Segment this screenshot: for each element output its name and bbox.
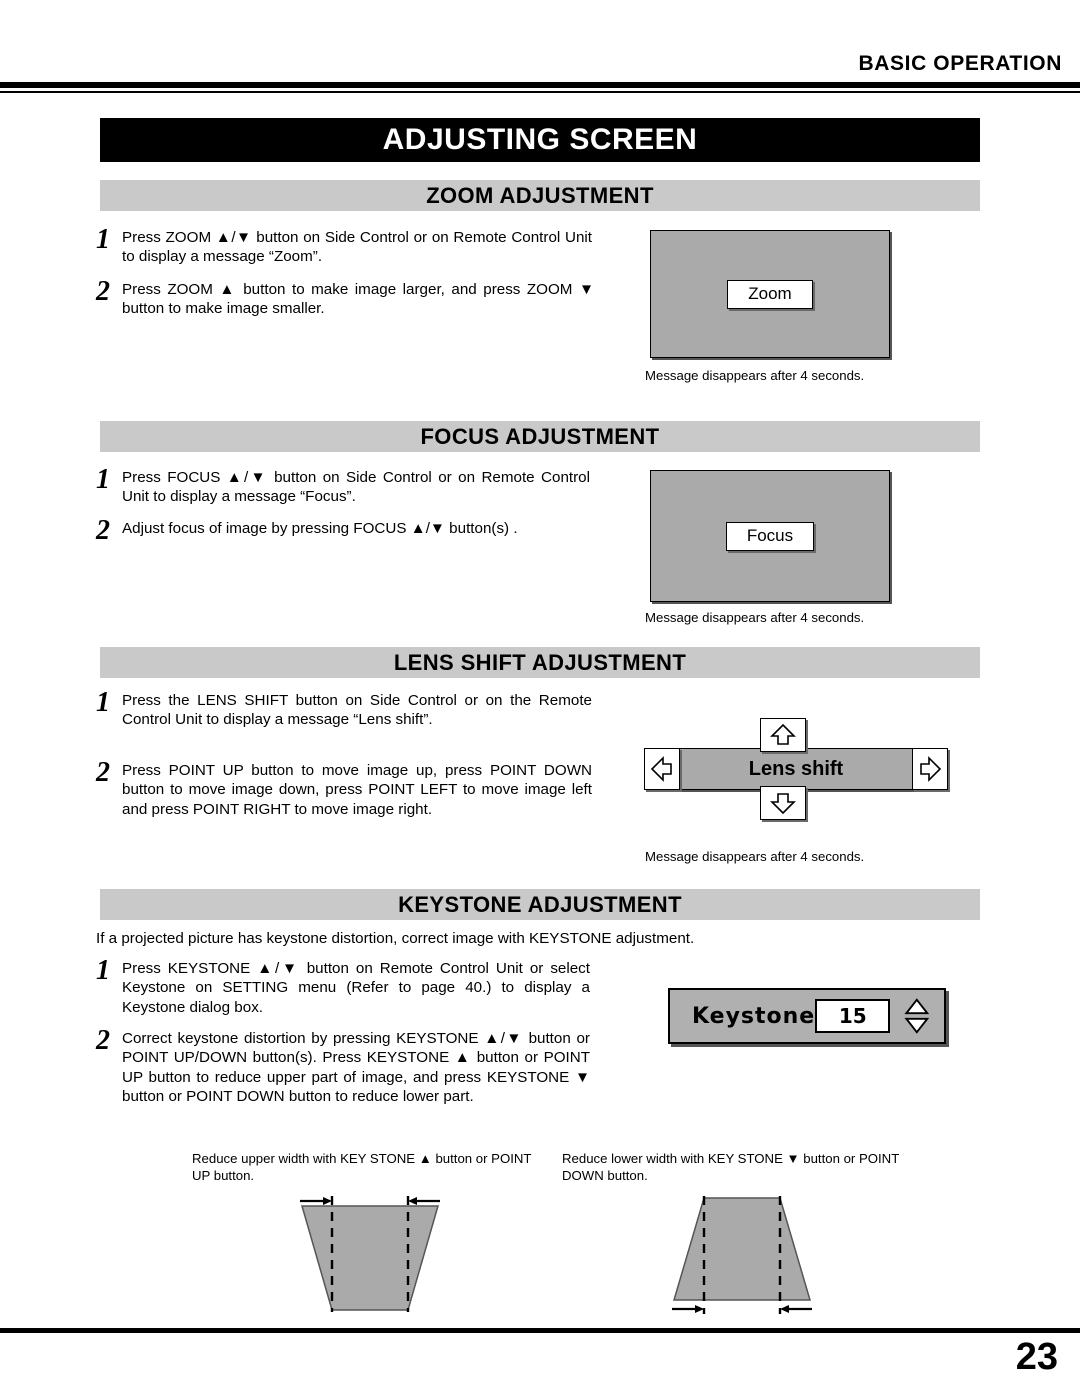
step-text: Press ZOOM ▲/▼ button on Side Control or… (122, 229, 592, 266)
step-focus-2: 2 Adjust focus of image by pressing FOCU… (96, 515, 621, 546)
figure-keystone-upper (300, 1196, 440, 1312)
step-lens-shift-1: 1 Press the LENS SHIFT button on Side Co… (96, 687, 621, 730)
section-heading-lens-shift: LENS SHIFT ADJUSTMENT (100, 647, 980, 678)
osd-message-lens-shift-label: Lens shift (748, 757, 844, 780)
page-number: 23 (1015, 1336, 1058, 1378)
osd-message-lens-shift-bar: Lens shift (658, 748, 934, 790)
figure-caption-lower: Reduce lower width with KEY STONE ▼ butt… (562, 1151, 900, 1183)
figure-keystone-lower (672, 1196, 812, 1314)
step-focus-1: 1 Press FOCUS ▲/▼ button on Side Control… (96, 464, 621, 507)
lens-shift-up-button[interactable] (760, 718, 806, 752)
page-title: ADJUSTING SCREEN (100, 118, 980, 162)
step-number: 1 (96, 687, 110, 718)
arrow-right-icon (920, 756, 942, 782)
osd-screen-focus: Focus (650, 470, 890, 602)
keystone-value-field[interactable]: 15 (815, 999, 891, 1033)
section-heading-focus: FOCUS ADJUSTMENT (100, 421, 980, 452)
step-number: 2 (96, 515, 110, 546)
arrow-down-icon (770, 793, 796, 815)
step-text: Press KEYSTONE ▲/▼ button on Remote Cont… (122, 960, 590, 1016)
lens-shift-left-button[interactable] (644, 748, 680, 790)
up-down-spinner-icon[interactable] (904, 997, 930, 1035)
lens-shift-right-button[interactable] (912, 748, 948, 790)
section-heading-keystone: KEYSTONE ADJUSTMENT (100, 889, 980, 920)
header-rule-thick (0, 82, 1080, 88)
arrow-left-icon (650, 756, 672, 782)
keystone-intro-text: If a projected picture has keystone dist… (96, 930, 695, 947)
osd-lens-shift-widget: Lens shift (644, 710, 950, 825)
section-heading-zoom: ZOOM ADJUSTMENT (100, 180, 980, 211)
osd-screen-zoom: Zoom (650, 230, 890, 358)
osd-caption-focus: Message disappears after 4 seconds. (645, 610, 865, 625)
step-keystone-2: 2 Correct keystone distortion by pressin… (96, 1025, 621, 1107)
lens-shift-down-button[interactable] (760, 786, 806, 820)
osd-message-zoom: Zoom (727, 279, 813, 309)
step-text: Press ZOOM ▲ button to make image larger… (122, 281, 594, 318)
header-rule-thin (0, 91, 1080, 93)
step-text: Adjust focus of image by pressing FOCUS … (122, 520, 518, 537)
step-lens-shift-2: 2 Press POINT UP button to move image up… (96, 757, 621, 819)
keystone-dialog: Keystone 15 (668, 988, 946, 1044)
step-zoom-2: 2 Press ZOOM ▲ button to make image larg… (96, 276, 616, 319)
step-number: 2 (96, 757, 110, 788)
osd-caption-lens-shift: Message disappears after 4 seconds. (645, 849, 865, 864)
step-number: 2 (96, 276, 110, 307)
step-number: 1 (96, 464, 110, 495)
keystone-dialog-label: Keystone (692, 1003, 816, 1029)
osd-caption-zoom: Message disappears after 4 seconds. (645, 368, 865, 383)
step-text: Press the LENS SHIFT button on Side Cont… (122, 692, 592, 729)
step-text: Correct keystone distortion by pressing … (122, 1030, 590, 1106)
step-text: Press POINT UP button to move image up, … (122, 762, 592, 818)
running-head: BASIC OPERATION (858, 52, 1062, 75)
step-keystone-1: 1 Press KEYSTONE ▲/▼ button on Remote Co… (96, 955, 621, 1017)
arrow-up-icon (770, 723, 796, 745)
step-number: 1 (96, 224, 110, 255)
step-text: Press FOCUS ▲/▼ button on Side Control o… (122, 469, 590, 506)
osd-message-focus: Focus (725, 521, 815, 551)
step-zoom-1: 1 Press ZOOM ▲/▼ button on Side Control … (96, 224, 616, 267)
step-number: 2 (96, 1025, 110, 1056)
step-number: 1 (96, 955, 110, 986)
figure-caption-upper: Reduce upper width with KEY STONE ▲ butt… (192, 1151, 532, 1183)
footer-rule (0, 1328, 1080, 1333)
